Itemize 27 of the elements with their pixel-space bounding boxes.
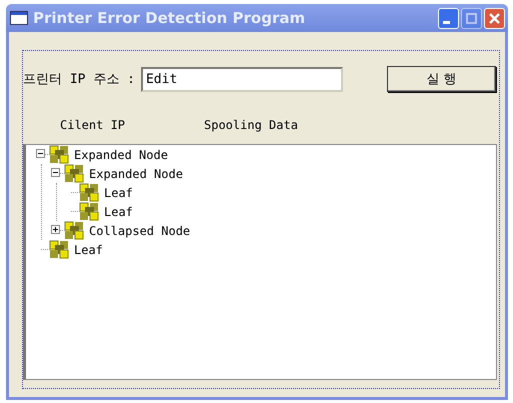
collapse-icon[interactable] <box>51 168 60 177</box>
minimize-button[interactable] <box>438 8 459 28</box>
column-header: Spooling Data <box>204 118 298 132</box>
tree-item[interactable]: Leaf <box>104 186 133 200</box>
close-button[interactable] <box>484 8 505 28</box>
node-icon <box>48 145 70 164</box>
run-button[interactable]: 실 행 <box>387 66 496 92</box>
node-icon <box>78 202 100 221</box>
tree-item[interactable]: Expanded Node <box>89 166 183 180</box>
minimize-icon <box>442 20 450 24</box>
window-title: Printer Error Detection Program <box>33 9 306 27</box>
tree-item[interactable]: Collapsed Node <box>89 224 190 238</box>
node-icon <box>63 221 85 240</box>
ip-input-field[interactable]: Edit <box>140 66 343 92</box>
maximize-icon <box>466 12 477 24</box>
column-header: Cilent IP <box>60 118 126 132</box>
tree-item[interactable]: Leaf <box>104 204 133 218</box>
ip-label: 프린터 IP 주소 : <box>23 71 135 88</box>
node-icon <box>63 164 85 183</box>
tree-item[interactable]: Expanded Node <box>74 148 168 162</box>
window-icon <box>10 11 28 25</box>
collapse-icon[interactable] <box>36 149 45 158</box>
node-icon <box>78 183 100 202</box>
close-icon <box>489 12 500 24</box>
expand-icon[interactable] <box>51 225 60 234</box>
tree-item[interactable]: Leaf <box>74 242 103 256</box>
node-icon <box>48 240 70 259</box>
